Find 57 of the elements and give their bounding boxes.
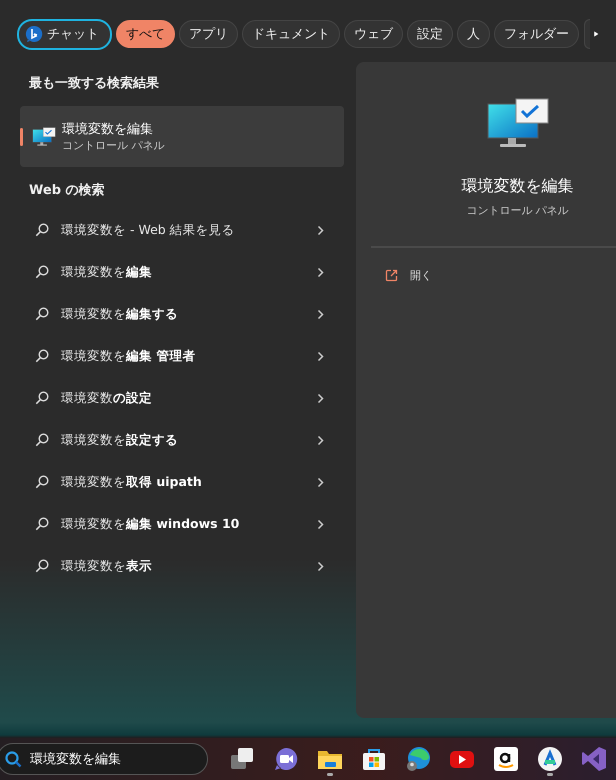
filter-tab[interactable]: 設定 — [407, 20, 453, 48]
taskbar-search-field[interactable]: 環境変数を編集 — [0, 743, 208, 775]
filter-tab[interactable]: 人 — [457, 20, 490, 48]
open-external-icon — [385, 269, 398, 282]
search-suggestion[interactable]: 環境変数を設定する — [20, 419, 344, 461]
task-view-icon — [229, 746, 255, 772]
chevron-right-icon — [317, 560, 324, 572]
best-match-item[interactable]: 環境変数を編集 コントロール パネル — [20, 106, 344, 167]
search-suggestion[interactable]: 環境変数を編集する — [20, 293, 344, 335]
search-icon — [35, 517, 49, 531]
browser-icon — [405, 746, 431, 772]
search-icon — [35, 433, 49, 447]
code-editor-icon — [581, 746, 607, 772]
chevron-right-icon — [317, 308, 324, 320]
search-icon — [35, 223, 49, 237]
section-heading: Web の検索 — [29, 182, 106, 200]
filter-tab[interactable]: フォルダー — [494, 20, 579, 48]
chevron-right-icon — [317, 392, 324, 404]
chevron-right-icon — [317, 350, 324, 362]
search-suggestion[interactable]: 環境変数を編集 管理者 — [20, 335, 344, 377]
search-icon — [35, 475, 49, 489]
chevron-right-icon — [317, 476, 324, 488]
shopping-icon — [493, 746, 519, 772]
search-suggestion[interactable]: 環境変数を - Web 結果を見る — [20, 209, 344, 251]
search-suggestion[interactable]: 環境変数を編集 — [20, 251, 344, 293]
search-icon — [35, 265, 49, 279]
video-chat-icon — [273, 746, 299, 772]
filter-tab[interactable]: アプリ — [179, 20, 238, 48]
store-icon — [361, 746, 387, 772]
search-suggestion[interactable]: 環境変数を表示 — [20, 545, 344, 587]
search-icon — [35, 559, 49, 573]
section-heading: 最も一致する検索結果 — [29, 74, 160, 93]
filter-tab[interactable]: すべて — [116, 20, 175, 48]
search-query: 環境変数を編集 — [30, 751, 121, 768]
preview-subtitle: コントロール パネル — [466, 203, 569, 218]
search-icon — [35, 307, 49, 321]
search-icon — [35, 349, 49, 363]
filter-tab[interactable]: ウェブ — [344, 20, 403, 48]
search-suggestion[interactable]: 環境変数を取得 uipath — [20, 461, 344, 503]
chevron-right-icon — [317, 224, 324, 236]
chevron-right-icon — [317, 518, 324, 530]
result-subtitle: コントロール パネル — [62, 138, 164, 153]
preview-title: 環境変数を編集 — [462, 176, 574, 197]
chevron-right-icon — [317, 434, 324, 446]
chat-logo-icon — [25, 25, 43, 43]
open-action[interactable]: 開く — [410, 268, 432, 283]
search-icon — [4, 750, 22, 768]
result-title: 環境変数を編集 — [62, 121, 154, 138]
chevron-right-icon — [317, 266, 324, 278]
search-suggestion[interactable]: 環境変数の設定 — [20, 377, 344, 419]
monitor-icon — [32, 126, 56, 146]
filter-tab[interactable]: ドキュメント — [242, 20, 340, 48]
app-icon — [537, 746, 563, 772]
monitor-icon — [486, 98, 550, 150]
filter-tab[interactable]: チャット — [17, 18, 112, 50]
search-suggestion[interactable]: 環境変数を編集 windows 10 — [20, 503, 344, 545]
search-icon — [35, 391, 49, 405]
